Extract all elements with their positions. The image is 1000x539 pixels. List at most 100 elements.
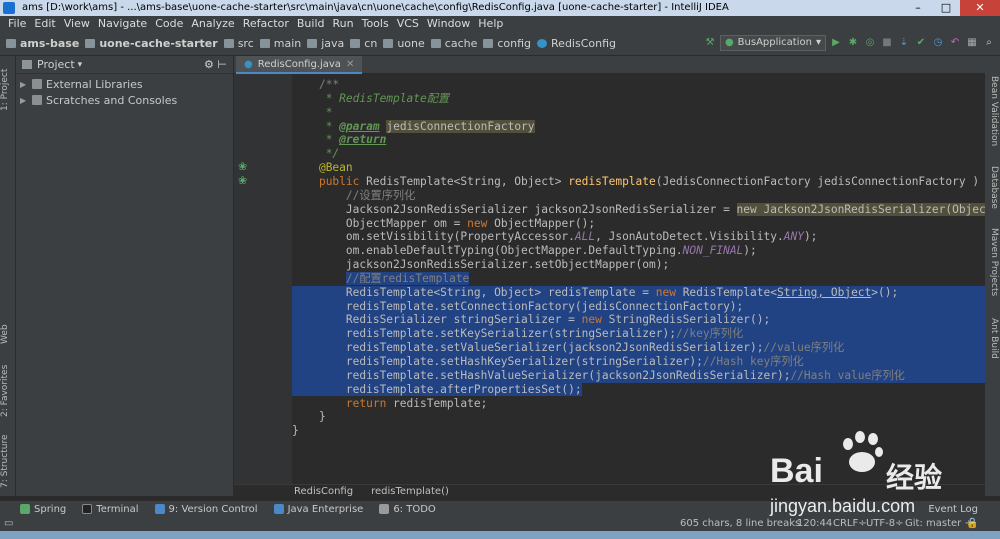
vcs-history-icon[interactable]: ◷ <box>931 36 945 50</box>
code-token: ObjectMapper om = <box>345 216 468 230</box>
menu-item-tools[interactable]: Tools <box>358 16 393 32</box>
code-line: //配置redisTemplate <box>292 271 985 286</box>
tab-label: RedisConfig.java <box>257 58 341 70</box>
tool-label: Java Enterprise <box>287 503 364 515</box>
menu-item-run[interactable]: Run <box>329 16 358 32</box>
code-token: om.setVisibility(PropertyAccessor. <box>345 230 575 244</box>
editor-breadcrumb-item[interactable]: redisTemplate() <box>371 486 449 497</box>
close-icon[interactable]: ✕ <box>346 59 354 70</box>
breadcrumb-label: ams-base <box>20 37 80 50</box>
code-editor[interactable]: /** * RedisTemplate配置 * * @param jedisCo… <box>292 74 985 484</box>
run-icon[interactable]: ▶ <box>829 36 843 50</box>
chevron-right-icon[interactable]: ▶ <box>20 80 30 89</box>
tab-database[interactable]: Database <box>986 166 999 214</box>
app-icon <box>3 2 15 14</box>
class-icon <box>537 39 548 48</box>
folder-icon <box>223 39 234 48</box>
bean-gutter-icon[interactable]: ❀ <box>238 174 247 187</box>
menu-item-refactor[interactable]: Refactor <box>239 16 293 32</box>
breadcrumb-label: RedisConfig <box>551 37 617 50</box>
breadcrumb-item[interactable]: main <box>259 37 301 50</box>
layout-icon[interactable]: ▭ <box>4 517 13 531</box>
bean-gutter-icon[interactable]: ❀ <box>238 160 247 173</box>
code-line: redisTemplate.setHashKeySerializer(strin… <box>292 355 985 369</box>
tool-label: 9: Version Control <box>168 503 258 515</box>
tool-label: Terminal <box>96 503 139 515</box>
tab-web[interactable]: Web <box>0 314 16 354</box>
vcs-commit-icon[interactable]: ✔ <box>914 36 928 50</box>
code-line: ObjectMapper om = new ObjectMapper(); <box>292 217 985 231</box>
breadcrumb-item[interactable]: RedisConfig <box>537 37 616 50</box>
breadcrumb-item[interactable]: cache <box>430 37 477 50</box>
tab-bean-validation[interactable]: Bean Validation <box>986 76 999 156</box>
tab-maven-projects[interactable]: Maven Projects <box>986 228 999 306</box>
editor-breadcrumb-item[interactable]: RedisConfig <box>294 486 353 497</box>
settings-gear-icon[interactable]: ⚙ ⊢ <box>204 58 227 71</box>
paw-icon <box>843 431 883 472</box>
code-line: redisTemplate.setConnectionFactory(jedis… <box>292 299 985 314</box>
breadcrumb-item[interactable]: config <box>483 37 531 50</box>
code-token: String, Object <box>776 285 872 299</box>
project-panel-title[interactable]: Project <box>37 58 75 71</box>
menu-item-build[interactable]: Build <box>293 16 329 32</box>
code-token: //value序列化 <box>763 341 845 355</box>
breadcrumb-item[interactable]: uone <box>383 37 425 50</box>
tool-java-enterprise[interactable]: Java Enterprise <box>273 503 364 515</box>
folder-icon <box>483 39 494 48</box>
menu-item-code[interactable]: Code <box>151 16 187 32</box>
project-structure-icon[interactable]: ▦ <box>965 36 979 50</box>
code-token: redisTemplate.setConnectionFactory(jedis… <box>345 299 744 313</box>
code-token: ALL <box>574 230 596 244</box>
editor-gutter: ❀ ❀ <box>234 74 292 484</box>
tab-ant-build[interactable]: Ant Build <box>986 318 999 368</box>
menu-item-file[interactable]: File <box>4 16 30 32</box>
tool-terminal[interactable]: Terminal <box>82 503 139 515</box>
build-icon[interactable]: ⚒ <box>703 36 717 50</box>
breadcrumb-item[interactable]: cn <box>350 37 377 50</box>
tree-item[interactable]: ▶ Scratches and Consoles <box>16 92 233 108</box>
vcs-update-icon[interactable]: ⇣ <box>897 36 911 50</box>
project-panel: Project ▾ ⚙ ⊢ ▶ External Libraries ▶ Scratc… <box>16 56 234 496</box>
tool-todo[interactable]: 6: TODO <box>379 504 436 515</box>
maximize-button[interactable]: □ <box>932 0 960 16</box>
breadcrumb-label: uone-cache-starter <box>99 37 218 50</box>
menu-bar: File Edit View Navigate Code Analyze Refactor B… <box>0 16 1000 32</box>
menu-item-analyze[interactable]: Analyze <box>187 16 238 32</box>
revert-icon[interactable]: ↶ <box>948 36 962 50</box>
menu-item-navigate[interactable]: Navigate <box>94 16 151 32</box>
code-line: * @return <box>292 133 985 147</box>
run-configuration-select[interactable]: ● BusApplication ▾ <box>719 35 826 51</box>
code-token: redisTemplate; <box>393 396 488 410</box>
menu-item-view[interactable]: View <box>60 16 94 32</box>
stop-icon[interactable]: ■ <box>880 36 894 50</box>
menu-item-window[interactable]: Window <box>423 16 474 32</box>
tool-version-control[interactable]: 9: Version Control <box>154 503 258 515</box>
minimize-button[interactable]: – <box>904 0 932 16</box>
tab-redisconfig[interactable]: ● RedisConfig.java ✕ <box>236 56 363 74</box>
breadcrumb-item[interactable]: ams-base <box>6 37 79 50</box>
close-button[interactable]: ✕ <box>960 0 1000 16</box>
main-toolbar: ⚒ ● BusApplication ▾ ▶ ✱ ◎ ■ ⇣ ✔ ◷ ↶ ▦ ⌕ <box>703 35 996 51</box>
code-token: jedisConnectionFactory <box>386 119 535 133</box>
folder-icon <box>383 39 394 48</box>
chevron-right-icon[interactable]: ▶ <box>20 96 30 105</box>
code-token: Jackson2JsonRedisSerializer jackson2Json… <box>345 202 737 216</box>
tab-project[interactable]: 1: Project <box>0 62 16 118</box>
breadcrumb-item[interactable]: uone-cache-starter <box>85 37 218 50</box>
spring-icon: ● <box>724 37 734 48</box>
menu-item-vcs[interactable]: VCS <box>393 16 423 32</box>
search-everywhere-icon[interactable]: ⌕ <box>982 36 996 50</box>
breadcrumb-item[interactable]: src <box>223 37 254 50</box>
menu-item-help[interactable]: Help <box>474 16 507 32</box>
debug-icon[interactable]: ✱ <box>846 36 860 50</box>
tab-structure[interactable]: 7: Structure <box>0 431 16 491</box>
code-token: */ <box>325 147 340 161</box>
breadcrumb-item[interactable]: java <box>307 37 344 50</box>
chevron-down-icon[interactable]: ▾ <box>78 60 83 70</box>
coverage-icon[interactable]: ◎ <box>863 36 877 50</box>
tree-item[interactable]: ▶ External Libraries <box>16 76 233 92</box>
menu-item-edit[interactable]: Edit <box>30 16 59 32</box>
tab-favorites[interactable]: 2: Favorites <box>0 361 16 421</box>
tool-spring[interactable]: Spring <box>20 504 66 515</box>
code-line: return redisTemplate; <box>292 397 985 411</box>
